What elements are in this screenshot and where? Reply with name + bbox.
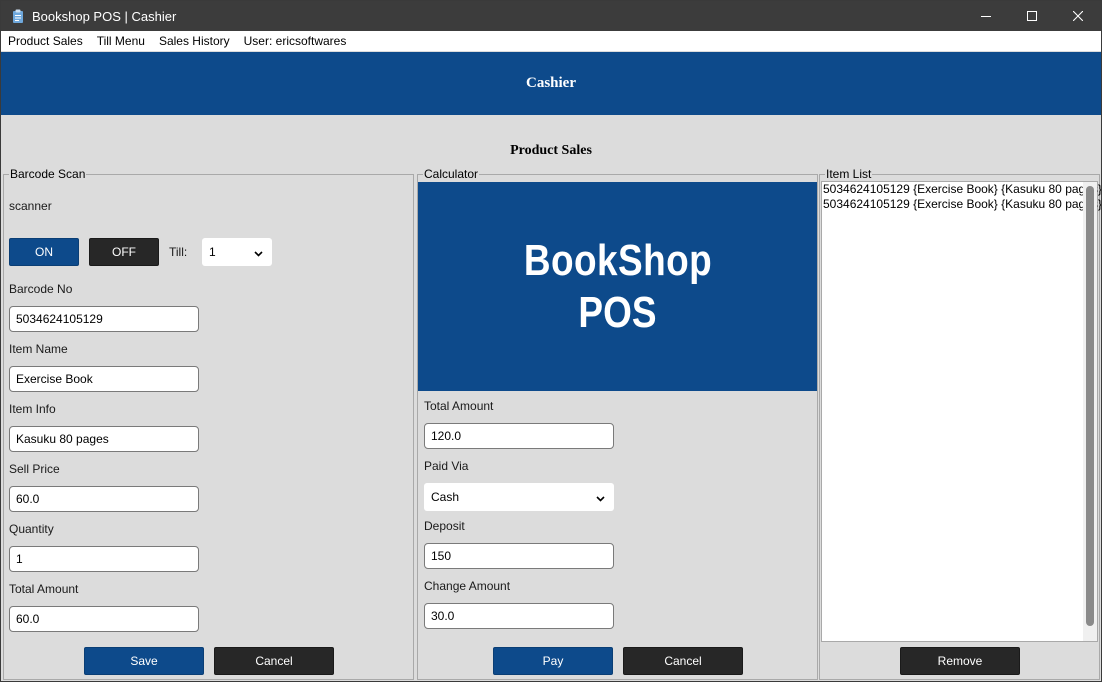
quantity-field[interactable]: 1	[9, 546, 199, 572]
total-amount-field[interactable]: 60.0	[9, 606, 199, 632]
logo-line-2: POS	[578, 287, 657, 337]
scrollbar-thumb[interactable]	[1086, 186, 1094, 626]
paid-via-select[interactable]: Cash	[424, 483, 614, 511]
calculator-frame-label: Calculator	[423, 167, 480, 181]
sell-price-field[interactable]: 60.0	[9, 486, 199, 512]
close-icon[interactable]	[1055, 1, 1101, 31]
bookshop-pos-logo: BookShop POS	[418, 182, 817, 391]
item-listbox[interactable]: 5034624105129 {Exercise Book} {Kasuku 80…	[821, 181, 1101, 642]
paid-via-label: Paid Via	[424, 459, 469, 473]
paid-via-select-value: Cash	[431, 490, 460, 504]
till-select-value: 1	[209, 245, 216, 259]
deposit-field[interactable]: 150	[424, 543, 614, 569]
list-item[interactable]: 5034624105129 {Exercise Book} {Kasuku 80…	[822, 182, 1101, 197]
item-list-frame-label: Item List	[825, 167, 873, 181]
item-name-label: Item Name	[9, 342, 68, 356]
till-select[interactable]: 1	[202, 238, 272, 266]
section-title: Product Sales	[510, 143, 592, 158]
calc-total-amount-field[interactable]: 120.0	[424, 423, 614, 449]
app-window: Bookshop POS | Cashier Product Sales Til…	[0, 0, 1102, 682]
barcode-no-label: Barcode No	[9, 282, 73, 296]
till-label: Till:	[169, 245, 188, 259]
barcode-no-field[interactable]: 5034624105129	[9, 306, 199, 332]
change-amount-label: Change Amount	[424, 579, 511, 593]
clipboard-icon	[12, 9, 24, 23]
barcode-cancel-button[interactable]: Cancel	[214, 647, 334, 675]
pay-button[interactable]: Pay	[493, 647, 613, 675]
item-info-label: Item Info	[9, 402, 56, 416]
menu-item-till-menu[interactable]: Till Menu	[90, 34, 152, 48]
calculator-cancel-button[interactable]: Cancel	[623, 647, 743, 675]
minimize-icon[interactable]	[963, 1, 1009, 31]
maximize-icon[interactable]	[1009, 1, 1055, 31]
save-button[interactable]: Save	[84, 647, 204, 675]
chevron-down-icon	[254, 247, 263, 261]
menu-item-user[interactable]: User: ericsoftwares	[237, 34, 354, 48]
total-amount-label: Total Amount	[9, 582, 79, 596]
menu-item-sales-history[interactable]: Sales History	[152, 34, 237, 48]
scanner-on-button[interactable]: ON	[9, 238, 79, 266]
barcode-scan-frame-label: Barcode Scan	[9, 167, 87, 181]
menu-bar: Product Sales Till Menu Sales History Us…	[1, 31, 1101, 51]
banner-title: Cashier	[526, 75, 576, 91]
sell-price-label: Sell Price	[9, 462, 60, 476]
list-item[interactable]: 5034624105129 {Exercise Book} {Kasuku 80…	[822, 197, 1101, 212]
logo-line-1: BookShop	[523, 235, 712, 285]
calc-total-amount-label: Total Amount	[424, 399, 494, 413]
remove-button[interactable]: Remove	[900, 647, 1020, 675]
quantity-label: Quantity	[9, 522, 54, 536]
window-title: Bookshop POS | Cashier	[32, 8, 177, 24]
item-info-field[interactable]: Kasuku 80 pages	[9, 426, 199, 452]
title-bar: Bookshop POS | Cashier	[1, 1, 1101, 31]
scanner-label: scanner	[9, 199, 52, 213]
scanner-off-button[interactable]: OFF	[89, 238, 159, 266]
chevron-down-icon	[596, 492, 605, 506]
menu-item-product-sales[interactable]: Product Sales	[1, 34, 90, 48]
header-banner: Cashier	[1, 52, 1101, 115]
item-list-scrollbar[interactable]	[1083, 182, 1097, 641]
change-amount-field[interactable]: 30.0	[424, 603, 614, 629]
item-name-field[interactable]: Exercise Book	[9, 366, 199, 392]
deposit-label: Deposit	[424, 519, 465, 533]
